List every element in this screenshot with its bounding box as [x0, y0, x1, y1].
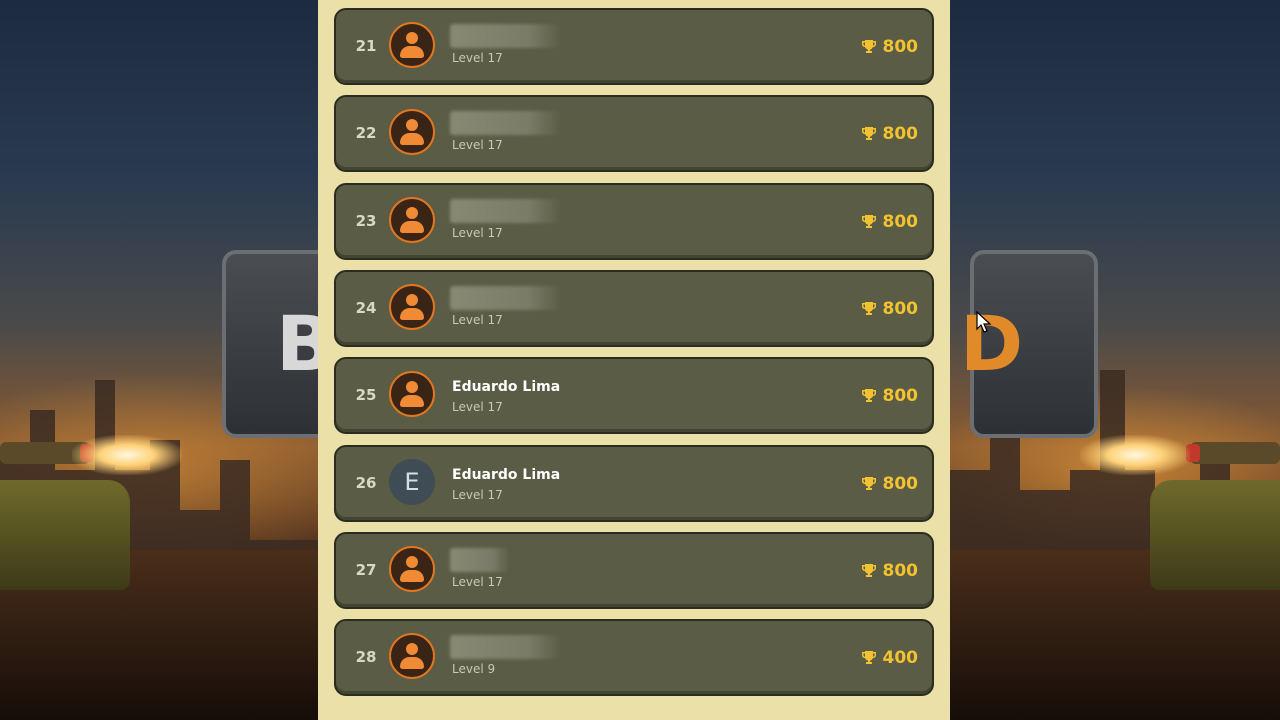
score-display: 800	[861, 386, 919, 407]
player-name-redacted	[450, 635, 562, 660]
tank-left	[0, 480, 130, 590]
score-value: 800	[882, 211, 919, 232]
leaderboard-row[interactable]: 21 Level 17 800	[334, 8, 934, 85]
leaderboard-panel[interactable]: 21 Level 17 800 22 Level 17 800 23 Level 17 800 2…	[318, 0, 950, 720]
score-value: 800	[882, 124, 919, 145]
background-left-art: B	[0, 0, 350, 720]
person-icon	[389, 196, 435, 243]
leaderboard-row[interactable]: 27 Level 17 800	[334, 531, 934, 609]
player-name-redacted	[450, 198, 562, 223]
score-display: 400	[861, 648, 919, 669]
leaderboard-row[interactable]: 28 Level 9 400	[334, 619, 934, 697]
player-level: Level 9	[452, 662, 496, 677]
rank-number: 22	[355, 124, 377, 143]
trophy-icon	[861, 563, 876, 577]
rank-number: 21	[355, 37, 377, 55]
leaderboard-row[interactable]: 24 Level 17 800	[334, 269, 934, 347]
person-icon	[389, 283, 435, 330]
score-display: 800	[861, 473, 919, 494]
rank-number: 28	[355, 648, 377, 667]
trophy-icon	[861, 127, 876, 141]
rank-number: 27	[355, 560, 377, 579]
leaderboard-row[interactable]: 25 Eduardo Lima Level 17 800	[334, 357, 934, 435]
player-level: Level 17	[452, 312, 503, 327]
avatar-letter: E	[389, 458, 435, 505]
trophy-icon	[861, 476, 876, 490]
player-level: Level 17	[452, 51, 503, 65]
title-emblem-right: D	[960, 250, 1098, 438]
player-level: Level 17	[452, 574, 503, 589]
score-value: 400	[882, 648, 919, 669]
person-icon	[389, 545, 435, 592]
rank-number: 23	[355, 211, 377, 230]
player-name: Eduardo Lima	[452, 466, 561, 483]
score-value: 800	[882, 473, 919, 494]
leaderboard-row[interactable]: 26 E Eduardo Lima Level 17 800	[334, 444, 934, 522]
score-display: 800	[861, 211, 919, 232]
player-level: Level 17	[452, 400, 503, 415]
trophy-icon	[861, 40, 876, 53]
player-level: Level 17	[452, 138, 503, 153]
score-value: 800	[882, 298, 919, 319]
rank-number: 25	[355, 386, 377, 405]
score-value: 800	[882, 386, 919, 407]
score-value: 800	[882, 37, 919, 57]
trophy-icon	[861, 301, 876, 315]
leaderboard-row[interactable]: 22 Level 17 800	[334, 95, 934, 173]
trophy-icon	[861, 214, 876, 228]
leaderboard-row[interactable]: 23 Level 17 800	[334, 182, 934, 260]
player-name-redacted	[450, 111, 562, 136]
person-icon	[389, 371, 435, 418]
score-display: 800	[861, 298, 919, 319]
person-icon	[389, 109, 435, 156]
tank-right	[1150, 480, 1280, 590]
player-level: Level 17	[452, 225, 503, 240]
score-value: 800	[882, 560, 919, 581]
player-name-redacted	[450, 547, 510, 572]
muzzle-flash-right	[1080, 435, 1190, 475]
player-name-redacted	[450, 24, 562, 48]
background-right-art: D	[950, 0, 1280, 720]
trophy-icon	[861, 651, 876, 665]
player-name: Eduardo Lima	[452, 379, 561, 396]
score-display: 800	[861, 37, 919, 57]
player-name-redacted	[450, 285, 562, 310]
rank-number: 26	[355, 473, 377, 492]
trophy-icon	[861, 389, 876, 403]
person-icon	[389, 633, 435, 680]
player-level: Level 17	[452, 487, 503, 502]
tank-barrel-right	[1186, 442, 1280, 464]
score-display: 800	[861, 560, 919, 581]
muzzle-flash-left	[72, 435, 182, 475]
score-display: 800	[861, 124, 919, 145]
mouse-cursor-icon	[976, 311, 992, 333]
rank-number: 24	[355, 298, 377, 317]
person-icon	[389, 22, 435, 68]
